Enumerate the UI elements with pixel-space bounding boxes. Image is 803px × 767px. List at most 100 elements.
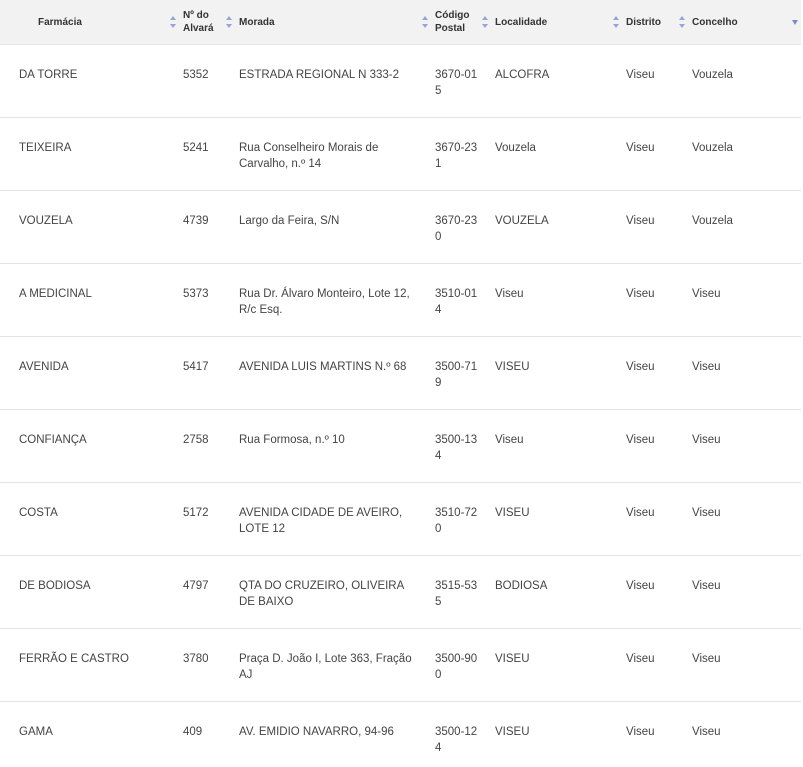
cell-codigo-postal: 3510-720 xyxy=(435,482,495,556)
cell-concelho: Vouzela xyxy=(692,44,801,118)
cell-concelho: Viseu xyxy=(692,263,801,337)
cell-codigo-postal: 3515-535 xyxy=(435,555,495,629)
cell-concelho: Viseu xyxy=(692,482,801,556)
cell-codigo-postal: 3510-014 xyxy=(435,263,495,337)
cell-codigo-postal: 3500-719 xyxy=(435,336,495,410)
table-row[interactable]: AVENIDA 5417 AVENIDA LUIS MARTINS N.º 68 35… xyxy=(0,336,801,410)
column-header-distrito[interactable]: Distrito xyxy=(626,0,692,45)
cell-morada: QTA DO CRUZEIRO, OLIVEIRA DE BAIXO xyxy=(239,555,435,629)
cell-farmacia: VOUZELA xyxy=(0,190,183,264)
cell-farmacia: A MEDICINAL xyxy=(0,263,183,337)
table-row[interactable]: VOUZELA 4739 Largo da Feira, S/N 3670-230 VO… xyxy=(0,190,801,264)
cell-localidade: Viseu xyxy=(495,263,626,337)
column-header-alvara[interactable]: Nº do Alvará xyxy=(183,0,239,45)
column-header-label: Distrito xyxy=(626,16,661,28)
table-row[interactable]: FERRÃO E CASTRO 3780 Praça D. João I, Lote… xyxy=(0,628,801,702)
cell-codigo-postal: 3500-900 xyxy=(435,628,495,702)
cell-distrito: Viseu xyxy=(626,117,692,191)
cell-localidade: VISEU xyxy=(495,482,626,556)
cell-distrito: Viseu xyxy=(626,44,692,118)
cell-farmacia: DE BODIOSA xyxy=(0,555,183,629)
cell-localidade: BODIOSA xyxy=(495,555,626,629)
cell-farmacia: AVENIDA xyxy=(0,336,183,410)
cell-morada: Rua Formosa, n.º 10 xyxy=(239,409,435,483)
table-body: DA TORRE 5352 ESTRADA REGIONAL N 333-2 3670… xyxy=(0,44,801,767)
column-header-farmacia[interactable]: Farmácia xyxy=(0,0,183,45)
cell-concelho: Vouzela xyxy=(692,117,801,191)
column-header-label: Código Postal xyxy=(435,10,470,34)
cell-morada: Rua Conselheiro Morais de Carvalho, n.º … xyxy=(239,117,435,191)
cell-distrito: Viseu xyxy=(626,701,692,767)
cell-distrito: Viseu xyxy=(626,555,692,629)
column-header-label: Localidade xyxy=(495,16,548,28)
cell-alvara: 4797 xyxy=(183,555,239,629)
cell-localidade: Viseu xyxy=(495,409,626,483)
cell-alvara: 5172 xyxy=(183,482,239,556)
cell-alvara: 5352 xyxy=(183,44,239,118)
cell-codigo-postal: 3500-124 xyxy=(435,701,495,767)
cell-alvara: 3780 xyxy=(183,628,239,702)
sort-arrows-icon[interactable] xyxy=(613,16,620,28)
pharmacy-table: Farmácia Nº do Alvará Morada Código Post… xyxy=(0,0,801,767)
cell-localidade: Vouzela xyxy=(495,117,626,191)
table-row[interactable]: A MEDICINAL 5373 Rua Dr. Álvaro Monteiro, … xyxy=(0,263,801,337)
column-header-localidade[interactable]: Localidade xyxy=(495,0,626,45)
column-header-label: Morada xyxy=(239,16,275,28)
pharmacy-table-container: Farmácia Nº do Alvará Morada Código Post… xyxy=(0,0,803,767)
column-header-morada[interactable]: Morada xyxy=(239,0,435,45)
cell-localidade: VISEU xyxy=(495,628,626,702)
column-header-label: Farmácia xyxy=(38,16,82,28)
cell-morada: AVENIDA CIDADE DE AVEIRO, LOTE 12 xyxy=(239,482,435,556)
table-row[interactable]: GAMA 409 AV. EMIDIO NAVARRO, 94-96 3500-124… xyxy=(0,701,801,767)
cell-alvara: 4739 xyxy=(183,190,239,264)
cell-concelho: Viseu xyxy=(692,701,801,767)
cell-farmacia: CONFIANÇA xyxy=(0,409,183,483)
cell-alvara: 5417 xyxy=(183,336,239,410)
cell-concelho: Viseu xyxy=(692,336,801,410)
column-header-codigo-postal[interactable]: Código Postal xyxy=(435,0,495,45)
table-row[interactable]: CONFIANÇA 2758 Rua Formosa, n.º 10 3500-134… xyxy=(0,409,801,483)
cell-localidade: ALCOFRA xyxy=(495,44,626,118)
sort-arrows-icon[interactable] xyxy=(226,16,233,28)
cell-farmacia: GAMA xyxy=(0,701,183,767)
cell-concelho: Viseu xyxy=(692,628,801,702)
cell-farmacia: COSTA xyxy=(0,482,183,556)
table-row[interactable]: TEIXEIRA 5241 Rua Conselheiro Morais de Ca… xyxy=(0,117,801,191)
table-row[interactable]: DE BODIOSA 4797 QTA DO CRUZEIRO, OLIVEIRA … xyxy=(0,555,801,629)
cell-concelho: Vouzela xyxy=(692,190,801,264)
cell-codigo-postal: 3670-015 xyxy=(435,44,495,118)
sort-descending-icon[interactable] xyxy=(792,16,799,28)
cell-morada: Largo da Feira, S/N xyxy=(239,190,435,264)
cell-morada: AVENIDA LUIS MARTINS N.º 68 xyxy=(239,336,435,410)
cell-distrito: Viseu xyxy=(626,190,692,264)
cell-concelho: Viseu xyxy=(692,409,801,483)
cell-codigo-postal: 3670-230 xyxy=(435,190,495,264)
sort-arrows-icon[interactable] xyxy=(482,16,489,28)
cell-farmacia: DA TORRE xyxy=(0,44,183,118)
cell-distrito: Viseu xyxy=(626,336,692,410)
cell-codigo-postal: 3670-231 xyxy=(435,117,495,191)
cell-localidade: VISEU xyxy=(495,701,626,767)
column-header-concelho[interactable]: Concelho xyxy=(692,0,801,45)
table-header-row: Farmácia Nº do Alvará Morada Código Post… xyxy=(0,0,801,45)
cell-distrito: Viseu xyxy=(626,628,692,702)
cell-alvara: 409 xyxy=(183,701,239,767)
cell-farmacia: TEIXEIRA xyxy=(0,117,183,191)
table-row[interactable]: DA TORRE 5352 ESTRADA REGIONAL N 333-2 3670… xyxy=(0,44,801,118)
cell-alvara: 5241 xyxy=(183,117,239,191)
column-header-label: Nº do Alvará xyxy=(183,10,214,34)
cell-morada: Praça D. João I, Lote 363, Fração AJ xyxy=(239,628,435,702)
cell-farmacia: FERRÃO E CASTRO xyxy=(0,628,183,702)
cell-morada: Rua Dr. Álvaro Monteiro, Lote 12, R/c Es… xyxy=(239,263,435,337)
sort-arrows-icon[interactable] xyxy=(422,16,429,28)
cell-codigo-postal: 3500-134 xyxy=(435,409,495,483)
cell-alvara: 5373 xyxy=(183,263,239,337)
cell-morada: ESTRADA REGIONAL N 333-2 xyxy=(239,44,435,118)
cell-morada: AV. EMIDIO NAVARRO, 94-96 xyxy=(239,701,435,767)
table-row[interactable]: COSTA 5172 AVENIDA CIDADE DE AVEIRO, LOTE … xyxy=(0,482,801,556)
sort-arrows-icon[interactable] xyxy=(679,16,686,28)
cell-localidade: VISEU xyxy=(495,336,626,410)
cell-localidade: VOUZELA xyxy=(495,190,626,264)
sort-arrows-icon[interactable] xyxy=(170,16,177,28)
cell-distrito: Viseu xyxy=(626,482,692,556)
